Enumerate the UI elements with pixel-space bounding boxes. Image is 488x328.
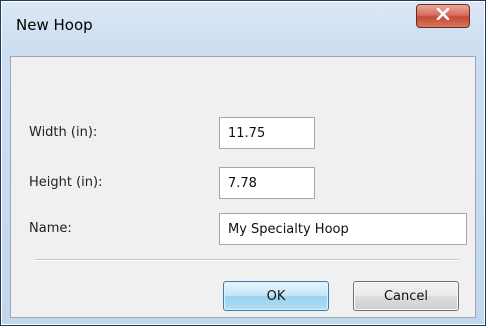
width-label: Width (in): [29, 125, 98, 140]
cancel-button[interactable]: Cancel [353, 281, 459, 311]
dialog-frame: New Hoop Width (in): Height (in): Name: … [1, 1, 485, 325]
height-field[interactable] [219, 167, 315, 199]
dialog-window: New Hoop Width (in): Height (in): Name: … [0, 0, 486, 326]
separator [35, 259, 459, 261]
height-label: Height (in): [29, 175, 103, 190]
ok-button[interactable]: OK [223, 281, 329, 311]
name-label: Name: [29, 221, 72, 236]
close-button[interactable] [416, 4, 470, 28]
dialog-body: Width (in): Height (in): Name: OK Cancel [10, 56, 476, 318]
dialog-title: New Hoop [16, 16, 93, 34]
close-icon [436, 7, 450, 25]
width-field[interactable] [219, 117, 315, 149]
title-bar[interactable]: New Hoop [2, 2, 484, 56]
name-field[interactable] [219, 213, 467, 245]
